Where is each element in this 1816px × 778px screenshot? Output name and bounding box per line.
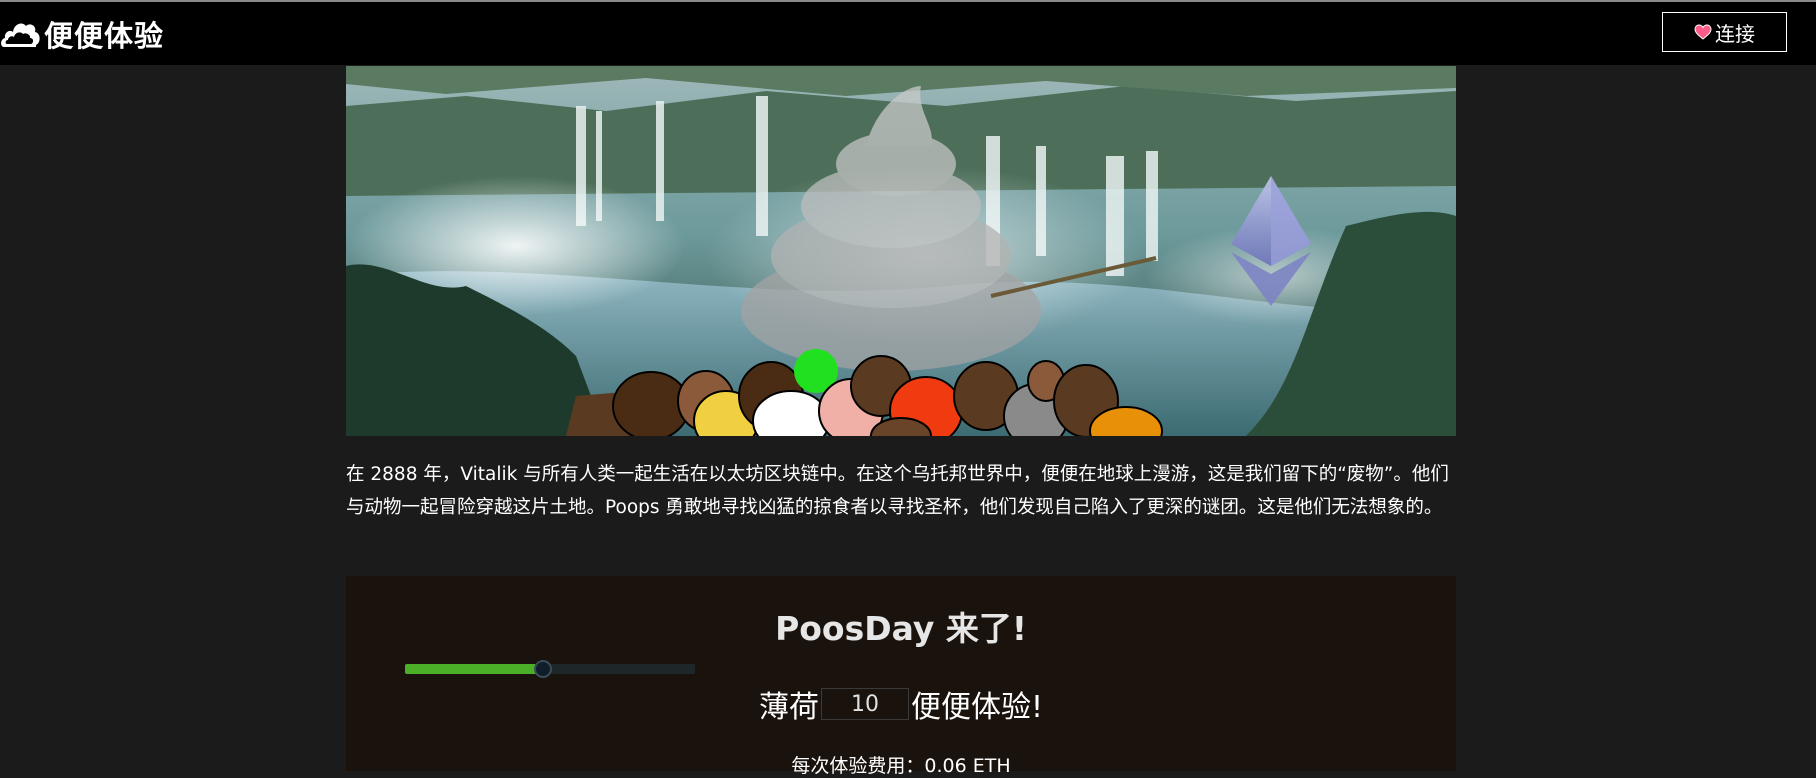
quantity-slider-fill	[405, 664, 543, 674]
quantity-slider[interactable]	[405, 660, 695, 678]
price-per-mint: 每次体验费用：0.06 ETH	[791, 755, 1011, 777]
mint-quantity-row: 薄荷 便便体验!	[346, 684, 1456, 725]
top-navbar: 便便体验 连接	[0, 0, 1816, 65]
brand[interactable]: 便便体验	[0, 12, 164, 56]
cloud-poop-logo-icon	[1, 23, 40, 47]
mint-prefix-label: 薄荷	[758, 690, 819, 725]
heart-icon	[1694, 24, 1712, 40]
mint-title: PoosDay 来了!	[775, 609, 1027, 648]
quantity-slider-thumb[interactable]	[534, 660, 552, 678]
hero-banner-image	[346, 66, 1456, 436]
connect-wallet-button[interactable]: 连接	[1662, 12, 1787, 52]
connect-label: 连接	[1715, 21, 1755, 46]
mint-suffix-label: 便便体验!	[910, 690, 1044, 725]
story-paragraph: 在 2888 年，Vitalik 与所有人类一起生活在以太坊区块链中。在这个乌托…	[346, 464, 1449, 518]
quantity-input[interactable]	[820, 688, 909, 720]
brand-title: 便便体验	[44, 19, 165, 53]
